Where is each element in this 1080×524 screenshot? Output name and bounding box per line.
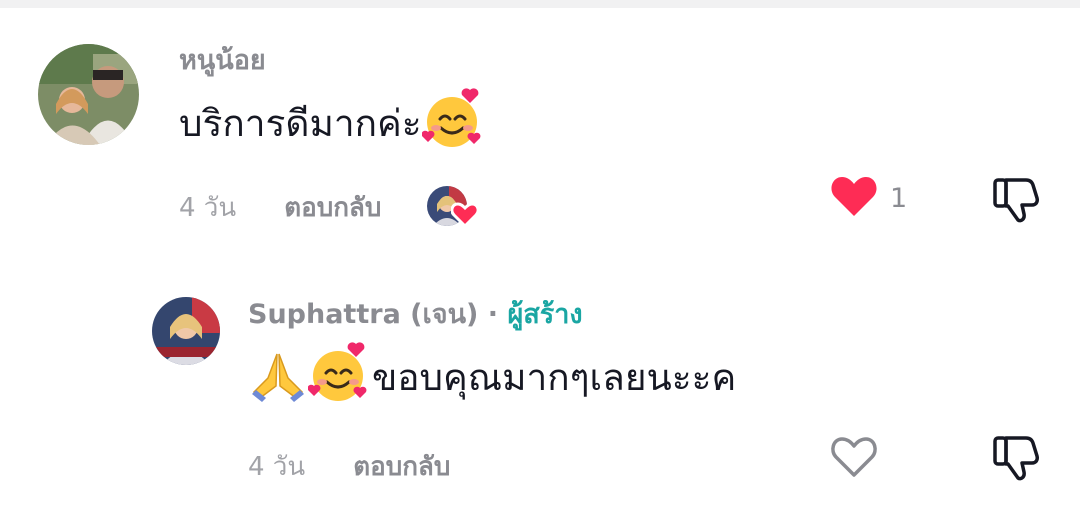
folded-hands-icon xyxy=(248,344,308,411)
reply-button[interactable]: ตอบกลับ xyxy=(353,446,450,487)
heart-outline-icon xyxy=(830,434,878,482)
comment-timestamp: 4 วัน xyxy=(248,452,306,482)
avatar[interactable] xyxy=(152,297,220,365)
comment-text: ขอบคุณมากๆเลยนะะค xyxy=(248,342,736,413)
comment-text: บริการดีมากค่ะ xyxy=(179,88,486,159)
comment-timestamp: 4 วัน xyxy=(179,192,237,223)
heart-filled-icon xyxy=(830,174,878,222)
separator: · xyxy=(487,299,499,330)
top-divider xyxy=(0,0,1080,8)
heart-icon xyxy=(450,202,480,232)
dislike-button[interactable] xyxy=(992,434,1042,486)
creator-badge: ผู้สร้าง xyxy=(507,299,583,330)
thumbs-down-icon xyxy=(993,436,1039,481)
smiling-face-with-hearts-icon xyxy=(421,88,486,159)
comment-meta: 4 วัน ตอบกลับ xyxy=(179,186,480,229)
like-button[interactable]: 1 xyxy=(830,174,907,222)
avatar[interactable] xyxy=(38,44,139,145)
like-count: 1 xyxy=(890,182,908,214)
dislike-button[interactable] xyxy=(992,176,1042,228)
thumbs-down-icon xyxy=(993,178,1039,223)
smiling-face-with-hearts-icon xyxy=(307,342,372,413)
creator-liked-badge xyxy=(427,186,480,229)
reply-button[interactable]: ตอบกลับ xyxy=(284,187,381,228)
comment-meta: 4 วัน ตอบกลับ xyxy=(248,446,450,487)
like-button[interactable] xyxy=(830,434,878,482)
comment-username[interactable]: หนูน้อย xyxy=(179,38,266,81)
comment-text-content: บริการดีมากค่ะ xyxy=(179,102,422,145)
comment-text-content: ขอบคุณมากๆเลยนะะค xyxy=(372,356,737,399)
reply-username-line: Suphattra (เจน) · ผู้สร้าง xyxy=(248,292,583,335)
comment-username[interactable]: Suphattra (เจน) xyxy=(248,299,478,330)
